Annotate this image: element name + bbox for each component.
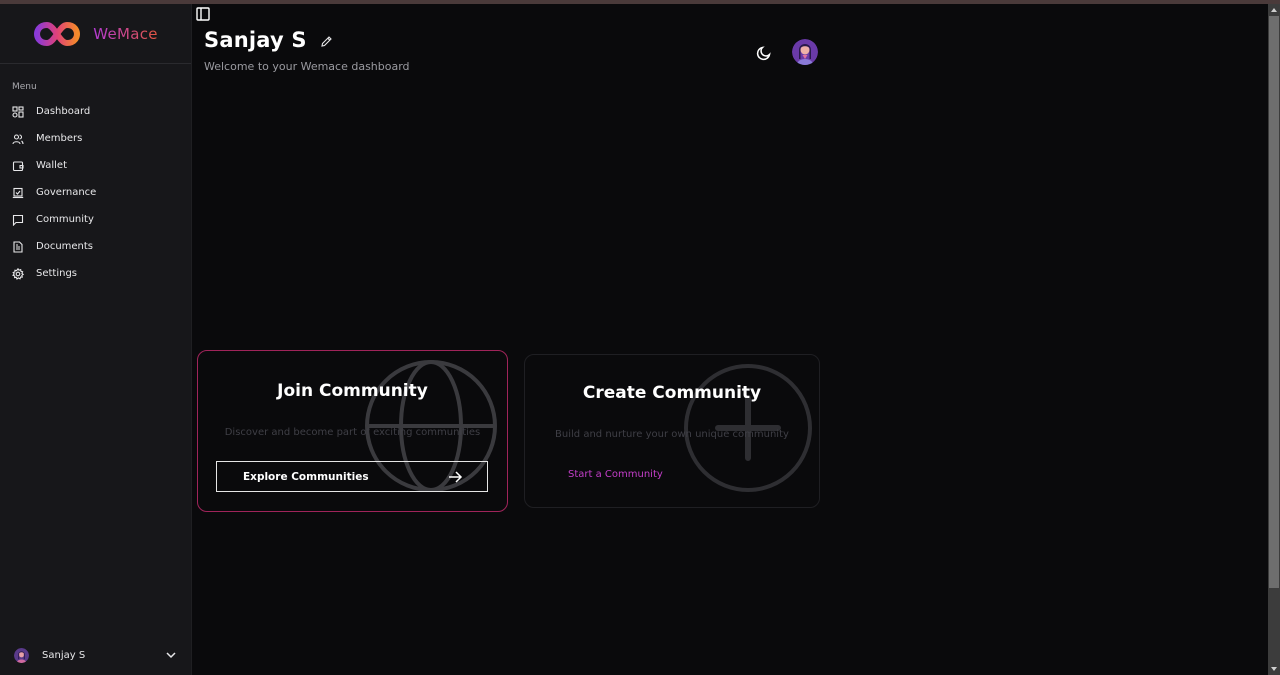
create-community-description: Build and nurture your own unique commun…: [555, 429, 789, 440]
sidebar-item-governance[interactable]: Governance: [0, 179, 191, 206]
users-icon: [12, 133, 24, 144]
sidebar-item-label: Governance: [36, 187, 97, 198]
scrollbar-thumb[interactable]: [1269, 16, 1279, 588]
explore-communities-button[interactable]: Explore Communities: [216, 461, 488, 492]
menu-label: Menu: [12, 82, 37, 92]
page-title: Sanjay S: [204, 28, 333, 52]
sidebar-item-members[interactable]: Members: [0, 125, 191, 152]
user-menu[interactable]: Sanjay S: [0, 641, 192, 669]
sidebar-item-community[interactable]: Community: [0, 206, 191, 233]
sidebar: WeMace Menu Dashboard Members Wallet Gov…: [0, 4, 192, 675]
vertical-scrollbar[interactable]: [1268, 4, 1280, 675]
infinity-logo-icon: [34, 21, 81, 46]
sidebar-item-label: Documents: [36, 241, 94, 252]
scroll-down-arrow-icon[interactable]: [1270, 665, 1278, 673]
sidebar-item-label: Wallet: [36, 160, 68, 171]
page-subtitle: Welcome to your Wemace dashboard: [204, 60, 410, 73]
main-content: Sanjay S Welcome to your Wemace dashboar…: [193, 4, 1268, 675]
arrow-right-icon: [449, 470, 463, 483]
join-community-card: Join Community Discover and become part …: [197, 350, 508, 512]
create-community-title: Create Community: [582, 383, 762, 403]
gear-icon: [12, 267, 24, 280]
avatar[interactable]: [792, 39, 818, 65]
message-square-icon: [12, 214, 24, 226]
brand-name: WeMace: [93, 24, 158, 43]
start-community-link[interactable]: Start a Community: [568, 469, 663, 480]
sidebar-item-wallet[interactable]: Wallet: [0, 152, 191, 179]
page-title-text: Sanjay S: [204, 28, 307, 52]
sidebar-item-label: Members: [36, 133, 83, 144]
sidebar-toggle-icon[interactable]: [196, 7, 210, 21]
user-name: Sanjay S: [42, 649, 86, 661]
sidebar-item-label: Community: [36, 214, 94, 225]
wallet-icon: [12, 160, 24, 171]
sidebar-item-documents[interactable]: Documents: [0, 233, 191, 260]
sidebar-item-settings[interactable]: Settings: [0, 260, 191, 287]
brand[interactable]: WeMace: [0, 4, 191, 64]
sidebar-nav: Dashboard Members Wallet Governance Comm…: [0, 98, 191, 287]
document-icon: [13, 240, 23, 253]
join-community-description: Discover and become part of exciting com…: [224, 427, 481, 438]
sidebar-item-label: Settings: [36, 268, 78, 279]
pencil-icon[interactable]: [320, 35, 333, 48]
scroll-up-arrow-icon[interactable]: [1270, 6, 1278, 14]
join-community-title: Join Community: [277, 381, 428, 401]
create-community-card: Create Community Build and nurture your …: [524, 354, 820, 508]
moon-icon[interactable]: [755, 44, 773, 62]
sidebar-item-label: Dashboard: [36, 106, 91, 117]
sidebar-item-dashboard[interactable]: Dashboard: [0, 98, 191, 125]
avatar-small: [14, 647, 29, 663]
chevron-down-icon[interactable]: [164, 648, 178, 662]
governance-icon: [12, 187, 24, 198]
explore-communities-label: Explore Communities: [243, 470, 369, 483]
dashboard-icon: [12, 105, 24, 118]
